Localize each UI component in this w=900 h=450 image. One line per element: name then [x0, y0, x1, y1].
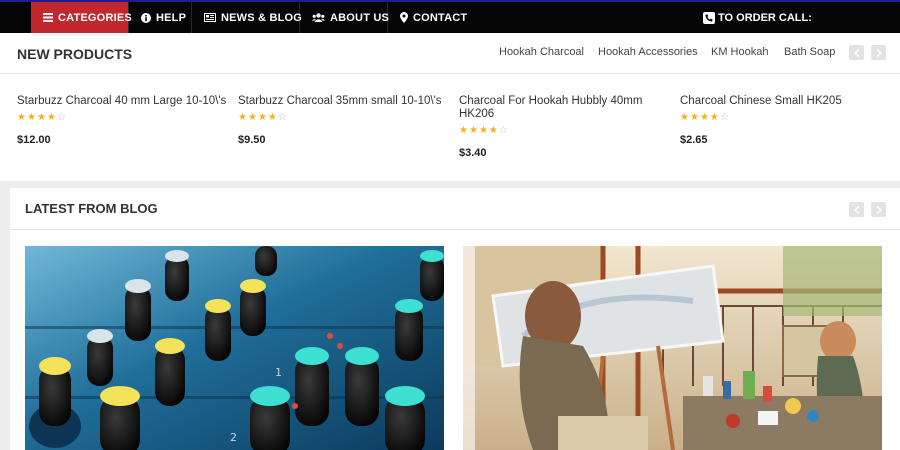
order-call-label: TO ORDER CALL: — [718, 11, 812, 24]
order-call-info: TO ORDER CALL: — [703, 2, 812, 33]
nav-news-blog-label: NEWS & BLOG — [221, 11, 303, 24]
blog-post-image-painting[interactable] — [463, 246, 882, 450]
tab-km-hookah[interactable]: KM Hookah — [711, 46, 768, 58]
latest-blog-section: LATEST FROM BLOG 2 1 — [10, 188, 900, 450]
blog-header: LATEST FROM BLOG — [10, 188, 900, 230]
product-price: $9.50 — [238, 134, 266, 146]
tab-bath-soap[interactable]: Bath Soap — [784, 46, 835, 58]
svg-text:2: 2 — [230, 431, 237, 444]
tab-hookah-accessories[interactable]: Hookah Accessories — [598, 46, 698, 58]
blog-title: LATEST FROM BLOG — [25, 201, 158, 216]
product-price: $12.00 — [17, 134, 51, 146]
product-card[interactable]: Charcoal Chinese Small HK205 ★ ★ ★ ★ ☆ $2.65 — [680, 95, 895, 146]
nav-about-us[interactable]: ABOUT US — [300, 2, 390, 33]
products-next-button[interactable] — [871, 45, 886, 60]
info-icon — [141, 12, 151, 23]
product-card[interactable]: Starbuzz Charcoal 40 mm Large 10-10\'s ★… — [17, 95, 232, 146]
product-card[interactable]: Starbuzz Charcoal 35mm small 10-10\'s ★ ★… — [238, 95, 453, 146]
nav-news-blog[interactable]: NEWS & BLOG — [192, 2, 303, 33]
phone-icon — [703, 11, 715, 24]
nav-help-label: HELP — [156, 11, 187, 24]
menu-icon — [43, 13, 53, 22]
chevron-right-icon — [875, 48, 882, 57]
top-navigation-bar: CATEGORIES HELP NEWS & BLOG ABOUT US CON… — [0, 0, 900, 33]
blog-prev-button[interactable] — [849, 202, 864, 217]
new-products-header: NEW PRODUCTS Hookah Charcoal Hookah Acce… — [0, 33, 900, 74]
nav-categories[interactable]: CATEGORIES — [31, 2, 132, 33]
product-rating: ★ ★ ★ ★ ☆ — [680, 112, 729, 123]
nav-categories-label: CATEGORIES — [58, 11, 132, 24]
chevron-left-icon — [853, 48, 860, 57]
product-name[interactable]: Starbuzz Charcoal 40 mm Large 10-10\'s — [17, 95, 232, 108]
tab-hookah-charcoal[interactable]: Hookah Charcoal — [499, 46, 584, 58]
new-products-title: NEW PRODUCTS — [17, 46, 133, 62]
new-products-section: NEW PRODUCTS Hookah Charcoal Hookah Acce… — [0, 33, 900, 181]
blog-next-button[interactable] — [871, 202, 886, 217]
nav-contact-label: CONTACT — [413, 11, 468, 24]
product-rating: ★ ★ ★ ★ ☆ — [17, 112, 66, 123]
products-prev-button[interactable] — [849, 45, 864, 60]
nav-contact[interactable]: CONTACT — [388, 2, 474, 33]
newspaper-icon — [204, 13, 216, 22]
product-card[interactable]: Charcoal For Hookah Hubbly 40mm HK206 ★ ★… — [459, 95, 659, 159]
product-rating: ★ ★ ★ ★ ☆ — [459, 125, 508, 136]
blog-post-image-mixer[interactable]: 2 1 — [25, 246, 444, 450]
product-price: $3.40 — [459, 147, 487, 159]
map-marker-icon — [400, 12, 408, 23]
product-price: $2.65 — [680, 134, 708, 146]
users-icon — [312, 13, 325, 22]
product-name[interactable]: Charcoal For Hookah Hubbly 40mm HK206 — [459, 95, 659, 121]
product-name[interactable]: Starbuzz Charcoal 35mm small 10-10\'s — [238, 95, 453, 108]
chevron-right-icon — [875, 205, 882, 214]
product-name[interactable]: Charcoal Chinese Small HK205 — [680, 95, 895, 108]
svg-text:1: 1 — [275, 366, 282, 379]
product-rating: ★ ★ ★ ★ ☆ — [238, 112, 287, 123]
nav-help[interactable]: HELP — [129, 2, 192, 33]
nav-about-us-label: ABOUT US — [330, 11, 390, 24]
chevron-left-icon — [853, 205, 860, 214]
